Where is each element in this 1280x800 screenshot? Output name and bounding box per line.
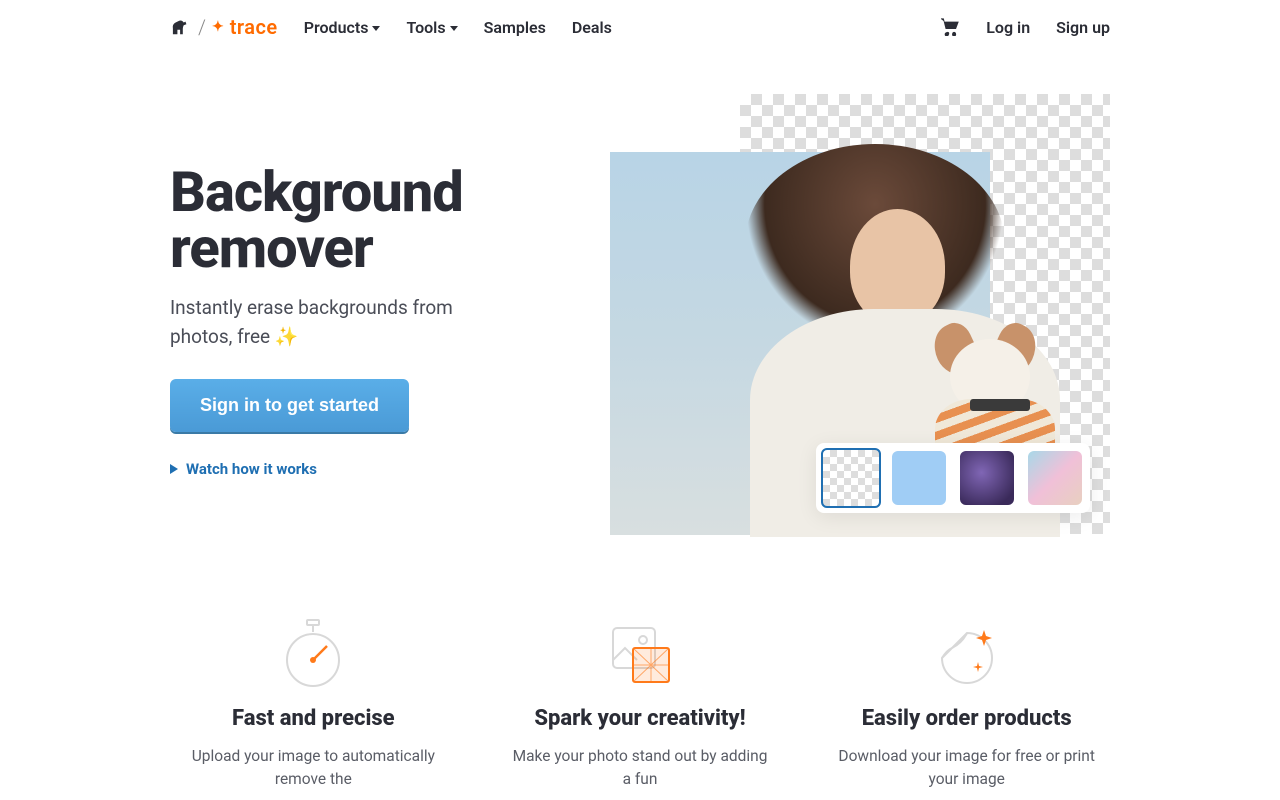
swatch-blue[interactable] xyxy=(892,451,946,505)
hero: Background remover Instantly erase backg… xyxy=(170,54,1110,478)
swatch-galaxy[interactable] xyxy=(960,451,1014,505)
nav-deals-label: Deals xyxy=(572,18,612,37)
page-title: Background remover xyxy=(170,164,570,276)
watch-label: Watch how it works xyxy=(186,460,317,478)
watch-how-link[interactable]: Watch how it works xyxy=(170,460,570,478)
nav-deals[interactable]: Deals xyxy=(572,18,612,37)
feature-fast: Fast and precise Upload your image to au… xyxy=(170,618,457,792)
cart-icon[interactable] xyxy=(940,18,960,36)
signin-cta-button[interactable]: Sign in to get started xyxy=(170,379,409,432)
feature-title: Fast and precise xyxy=(180,706,447,731)
chevron-down-icon xyxy=(372,26,380,31)
hero-image-area xyxy=(610,94,1110,478)
sparkle-icon: ✦ xyxy=(212,19,224,35)
background-swatches xyxy=(816,443,1090,513)
logo-slash: / xyxy=(198,15,206,39)
feature-order: Easily order products Download your imag… xyxy=(823,618,1110,792)
stopwatch-icon xyxy=(180,618,447,688)
nav-left: / ✦ trace Products Tools Samples Deals xyxy=(170,15,612,39)
feature-desc: Download your image for free or print yo… xyxy=(833,745,1100,792)
hero-content: Background remover Instantly erase backg… xyxy=(170,94,570,478)
nav-tools[interactable]: Tools xyxy=(406,18,457,37)
chevron-down-icon xyxy=(450,26,458,31)
logo-text: trace xyxy=(230,15,278,39)
feature-creativity: Spark your creativity! Make your photo s… xyxy=(497,618,784,792)
images-icon xyxy=(507,618,774,688)
feature-title: Easily order products xyxy=(833,706,1100,731)
play-icon xyxy=(170,464,178,474)
feature-title: Spark your creativity! xyxy=(507,706,774,731)
swatch-pastel[interactable] xyxy=(1028,451,1082,505)
signup-link[interactable]: Sign up xyxy=(1056,18,1110,37)
swatch-transparent[interactable] xyxy=(821,448,881,508)
top-nav: / ✦ trace Products Tools Samples Deals xyxy=(170,0,1110,54)
login-link[interactable]: Log in xyxy=(986,18,1030,37)
nav-tools-label: Tools xyxy=(406,18,445,37)
nav-products[interactable]: Products xyxy=(304,18,381,37)
login-label: Log in xyxy=(986,18,1030,37)
logo[interactable]: / ✦ trace xyxy=(170,15,278,39)
feature-desc: Upload your image to automatically remov… xyxy=(180,745,447,792)
nav-samples[interactable]: Samples xyxy=(484,18,546,37)
signup-label: Sign up xyxy=(1056,18,1110,37)
hero-subtitle: Instantly erase backgrounds from photos,… xyxy=(170,294,490,351)
nav-products-label: Products xyxy=(304,18,369,37)
nav-samples-label: Samples xyxy=(484,18,546,37)
nav-right: Log in Sign up xyxy=(940,18,1110,37)
sticker-sparkle-icon xyxy=(833,618,1100,688)
horse-icon xyxy=(170,18,192,36)
feature-desc: Make your photo stand out by adding a fu… xyxy=(507,745,774,792)
